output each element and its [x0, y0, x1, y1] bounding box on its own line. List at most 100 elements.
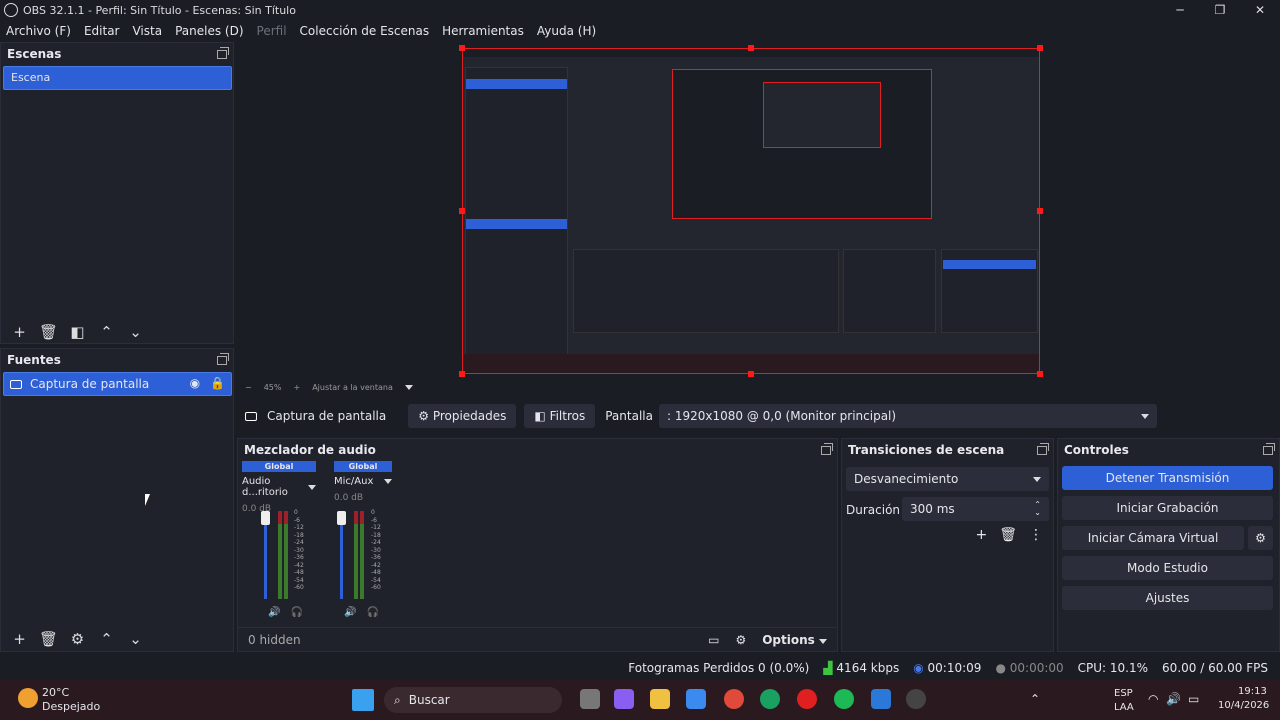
chrome-icon[interactable]: [724, 689, 744, 709]
db-scale: 0 -6 -12 -18 -24 -30 -36 -42 -48 -54 -60: [371, 509, 381, 592]
spotify-icon[interactable]: [834, 689, 854, 709]
add-icon[interactable]: +: [975, 527, 987, 543]
gear-icon[interactable]: ⚙: [735, 633, 746, 647]
chevron-down-icon[interactable]: [404, 384, 413, 390]
undock-icon[interactable]: [1037, 442, 1049, 455]
move-down-icon[interactable]: ⌄: [121, 630, 150, 648]
folder-icon[interactable]: [650, 689, 670, 709]
close-button[interactable]: ✕: [1240, 0, 1280, 20]
move-up-icon[interactable]: ⌃: [92, 323, 121, 341]
resize-handle[interactable]: [748, 45, 754, 51]
search-box[interactable]: ⌕ Buscar: [384, 687, 562, 713]
weather-temp[interactable]: 20°C: [42, 686, 69, 699]
settings-button[interactable]: Ajustes: [1062, 586, 1273, 610]
scene-item[interactable]: Escena: [3, 66, 232, 90]
minimize-button[interactable]: ─: [1160, 0, 1200, 20]
headphones-icon[interactable]: 🎧: [290, 607, 302, 618]
chevron-up-icon[interactable]: ⌃: [1030, 692, 1040, 706]
zoom-in-icon[interactable]: +: [293, 383, 300, 392]
menu-editar[interactable]: Editar: [84, 24, 120, 38]
headphones-icon[interactable]: 🎧: [366, 607, 378, 618]
resize-handle[interactable]: [459, 45, 465, 51]
broadcast-icon: ◉: [913, 661, 924, 675]
duration-label: Duración: [846, 503, 901, 517]
zoom-out-icon[interactable]: −: [245, 383, 252, 392]
chevron-down-icon[interactable]: [308, 484, 316, 490]
zoom-level: 45%: [263, 382, 282, 392]
audio-meter: [278, 511, 282, 599]
battery-icon[interactable]: ▭: [1188, 692, 1199, 706]
speaker-icon[interactable]: 🔊: [344, 607, 356, 618]
undock-icon[interactable]: [821, 442, 833, 455]
menu-ayuda[interactable]: Ayuda (H): [537, 24, 596, 38]
wifi-icon[interactable]: ◠: [1148, 692, 1158, 706]
studio-mode-button[interactable]: Modo Estudio: [1062, 556, 1273, 580]
filter-icon[interactable]: ◧: [63, 323, 92, 341]
resize-handle[interactable]: [459, 371, 465, 377]
stop-streaming-button[interactable]: Detener Transmisión: [1062, 466, 1273, 490]
clock-time[interactable]: 19:13: [1238, 686, 1267, 697]
trash-icon[interactable]: 🗑: [999, 527, 1017, 543]
add-icon[interactable]: +: [5, 630, 34, 648]
duration-input[interactable]: 300 ms ⌃ ⌄: [902, 497, 1049, 521]
volume-slider-handle[interactable]: [337, 511, 346, 525]
filters-button[interactable]: ◧ Filtros: [524, 404, 596, 428]
more-icon[interactable]: ⋮: [1029, 527, 1043, 543]
eye-icon[interactable]: ◉: [190, 376, 200, 390]
resize-handle[interactable]: [1037, 208, 1043, 214]
lock-icon[interactable]: 🔒: [210, 376, 225, 390]
fps: 60.00 / 60.00 FPS: [1162, 661, 1268, 675]
menu-herramientas[interactable]: Herramientas: [442, 24, 524, 38]
app-icon[interactable]: [871, 689, 891, 709]
move-down-icon[interactable]: ⌄: [121, 323, 150, 341]
db-tick: -42: [294, 561, 304, 569]
volume-slider-handle[interactable]: [261, 511, 270, 525]
copilot-icon[interactable]: [614, 689, 634, 709]
trash-icon[interactable]: 🗑: [34, 323, 63, 341]
transition-select[interactable]: Desvanecimiento: [846, 467, 1049, 491]
resize-handle[interactable]: [748, 371, 754, 377]
weather-text[interactable]: Despejado: [42, 700, 100, 713]
layout-icon[interactable]: ▭: [708, 633, 719, 647]
trash-icon[interactable]: 🗑: [34, 630, 63, 648]
add-icon[interactable]: +: [5, 323, 34, 341]
menu-perfil[interactable]: Perfil: [257, 24, 287, 38]
store-icon[interactable]: [686, 689, 706, 709]
virtual-camera-settings-button[interactable]: ⚙: [1248, 526, 1273, 550]
start-virtual-camera-button[interactable]: Iniciar Cámara Virtual: [1062, 526, 1244, 550]
resize-handle[interactable]: [1037, 371, 1043, 377]
start-recording-button[interactable]: Iniciar Grabación: [1062, 496, 1273, 520]
menu-vista[interactable]: Vista: [132, 24, 162, 38]
menu-archivo[interactable]: Archivo (F): [6, 24, 71, 38]
volume-icon[interactable]: 🔊: [1166, 692, 1181, 706]
menu-paneles[interactable]: Paneles (D): [175, 24, 243, 38]
undock-icon[interactable]: [217, 46, 229, 59]
scenes-toolbar: + 🗑 ◧ ⌃ ⌄: [1, 319, 150, 345]
speaker-icon[interactable]: 🔊: [268, 607, 280, 618]
properties-button[interactable]: ⚙ Propiedades: [408, 404, 517, 428]
menu-coleccion-escenas[interactable]: Colección de Escenas: [300, 24, 430, 38]
lang-bottom[interactable]: LAA: [1114, 702, 1134, 713]
maximize-button[interactable]: ❐: [1200, 0, 1240, 20]
bitrate: ▟ 4164 kbps: [823, 661, 899, 675]
undock-icon[interactable]: [1263, 442, 1275, 455]
lang-top[interactable]: ESP: [1114, 688, 1133, 699]
options-button[interactable]: Options: [762, 633, 827, 647]
task-view-icon[interactable]: [580, 689, 600, 709]
gear-icon[interactable]: ⚙: [63, 630, 92, 648]
obs-icon[interactable]: [906, 689, 926, 709]
resize-handle[interactable]: [1037, 45, 1043, 51]
move-up-icon[interactable]: ⌃: [92, 630, 121, 648]
spinner-icon[interactable]: ⌃ ⌄: [1034, 501, 1041, 517]
app-icon[interactable]: [760, 689, 780, 709]
youtube-music-icon[interactable]: [797, 689, 817, 709]
filters-label: Filtros: [549, 409, 586, 423]
fit-to-window[interactable]: Ajustar a la ventana: [312, 383, 393, 392]
clock-date[interactable]: 10/4/2026: [1218, 700, 1269, 711]
resize-handle[interactable]: [459, 208, 465, 214]
display-select[interactable]: : 1920x1080 @ 0,0 (Monitor principal): [658, 404, 1157, 428]
chevron-down-icon[interactable]: [384, 479, 392, 484]
source-item[interactable]: Captura de pantalla ◉ 🔒: [3, 372, 232, 396]
undock-icon[interactable]: [217, 352, 229, 365]
start-button[interactable]: [352, 689, 374, 711]
